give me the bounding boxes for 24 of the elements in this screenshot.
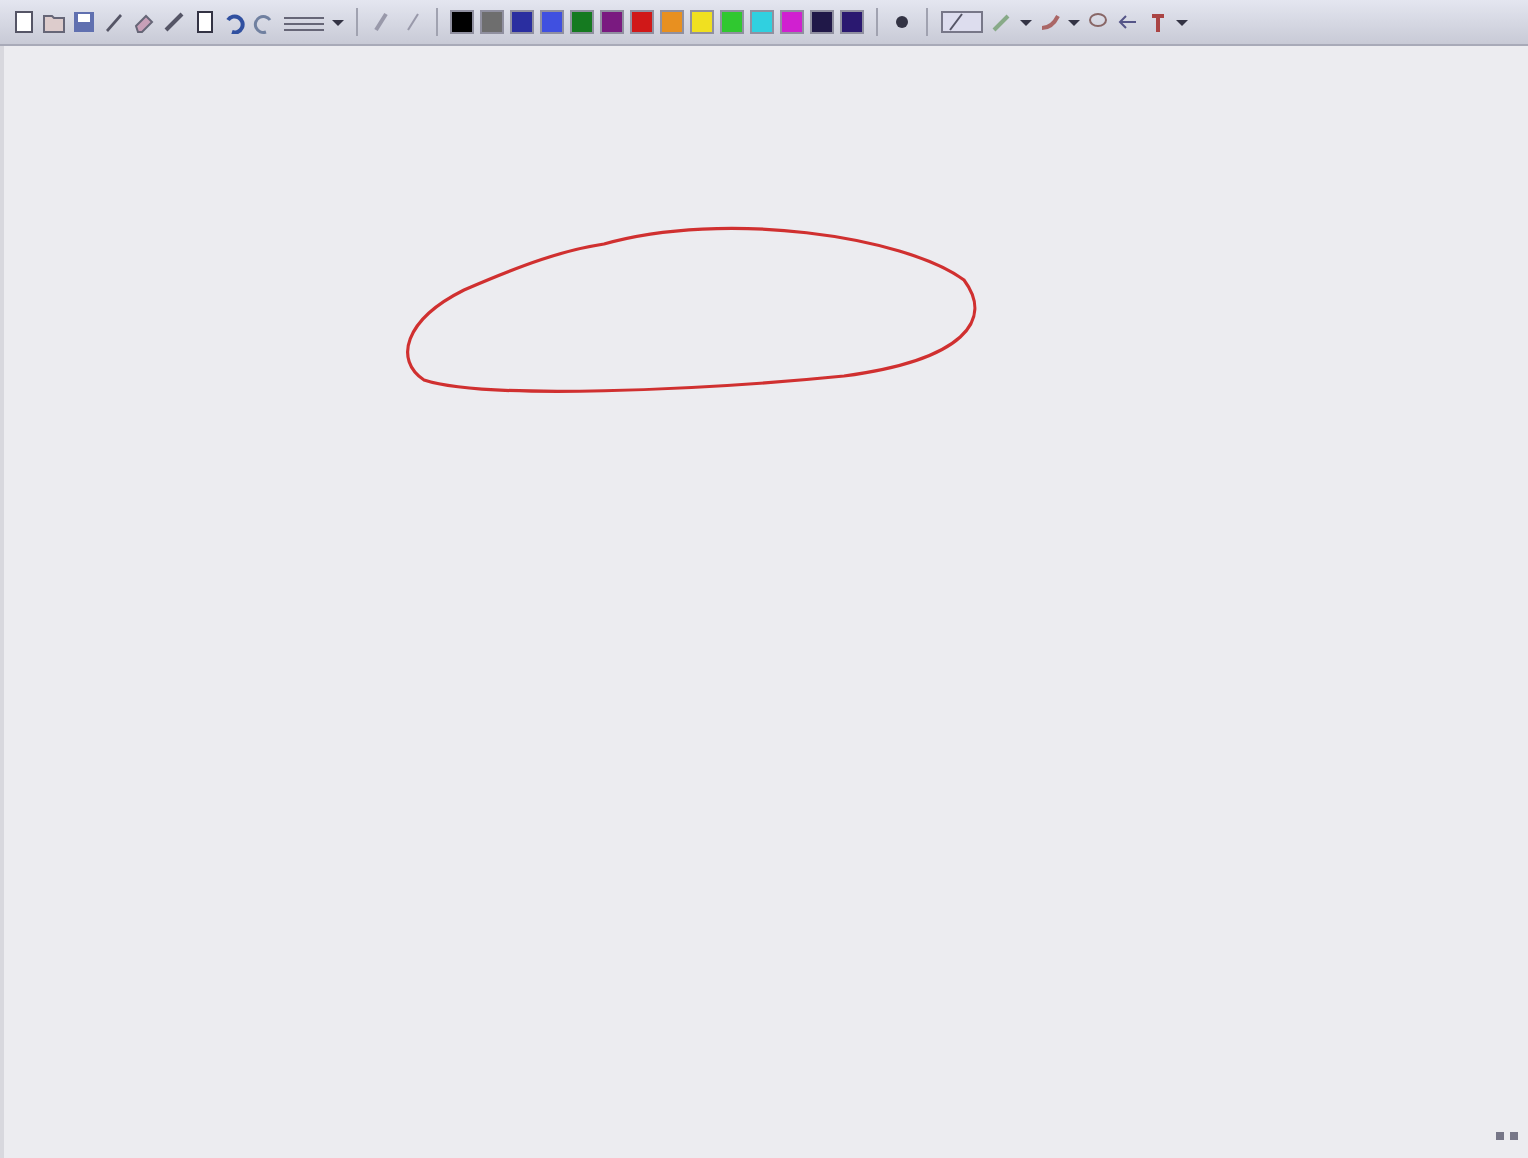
folder-icon[interactable] bbox=[42, 10, 66, 34]
pencil-icon[interactable] bbox=[162, 10, 186, 34]
color-swatch[interactable] bbox=[840, 10, 864, 34]
color-swatch[interactable] bbox=[450, 10, 474, 34]
color-swatch[interactable] bbox=[540, 10, 564, 34]
color-swatch[interactable] bbox=[660, 10, 684, 34]
arrow-icon[interactable] bbox=[1116, 10, 1140, 34]
color-swatch[interactable] bbox=[720, 10, 744, 34]
color-swatch[interactable] bbox=[480, 10, 504, 34]
pen-icon[interactable] bbox=[102, 10, 126, 34]
color-swatch[interactable] bbox=[630, 10, 654, 34]
color-swatch[interactable] bbox=[810, 10, 834, 34]
color-swatch[interactable] bbox=[690, 10, 714, 34]
color-swatch[interactable] bbox=[780, 10, 804, 34]
save-icon[interactable] bbox=[72, 10, 96, 34]
eraser-icon[interactable] bbox=[132, 10, 156, 34]
color-swatch[interactable] bbox=[510, 10, 534, 34]
color-swatch[interactable] bbox=[750, 10, 774, 34]
redo-icon[interactable] bbox=[252, 10, 276, 34]
undo-icon[interactable] bbox=[222, 10, 246, 34]
page-icon[interactable] bbox=[192, 10, 216, 34]
color-swatch[interactable] bbox=[570, 10, 594, 34]
document-icon[interactable] bbox=[12, 10, 36, 34]
color-swatch[interactable] bbox=[600, 10, 624, 34]
